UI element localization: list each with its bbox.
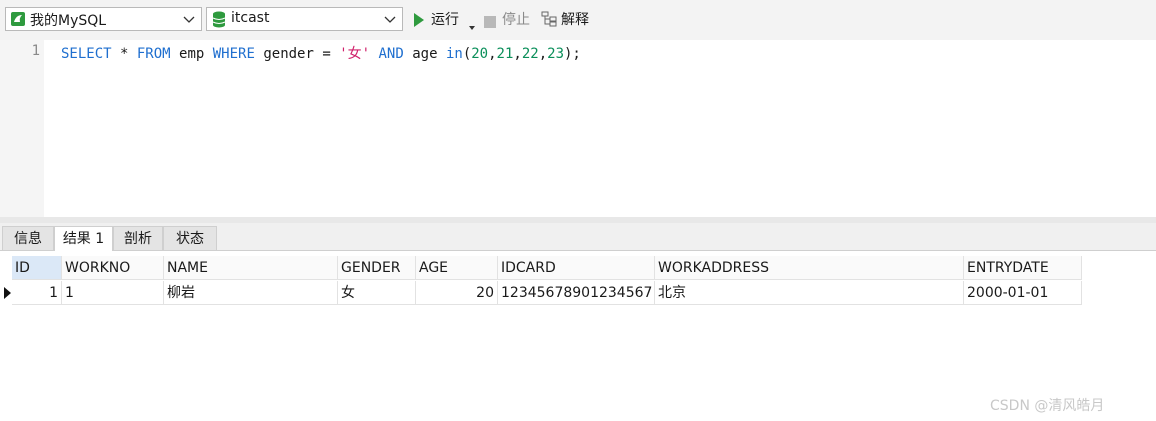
chevron-down-icon[interactable] bbox=[384, 10, 396, 28]
column-header-idcard[interactable]: IDCARD bbox=[498, 256, 655, 280]
connection-select[interactable]: 我的MySQL bbox=[5, 7, 202, 31]
sql-code-line[interactable]: SELECT * FROM emp WHERE gender = '女' AND… bbox=[61, 43, 581, 63]
chevron-down-icon[interactable] bbox=[183, 10, 195, 28]
cell-gender[interactable]: 女 bbox=[338, 281, 416, 305]
column-header-gender[interactable]: GENDER bbox=[338, 256, 416, 280]
cell-id[interactable]: 1 bbox=[12, 281, 62, 305]
tab-profile[interactable]: 剖析 bbox=[113, 226, 163, 250]
watermark: CSDN @清风皓月 bbox=[990, 398, 1105, 414]
stop-button[interactable]: 停止 bbox=[484, 10, 536, 30]
run-label: 运行 bbox=[431, 12, 459, 28]
cell-workno[interactable]: 1 bbox=[62, 281, 164, 305]
column-header-age[interactable]: AGE bbox=[416, 256, 498, 280]
play-icon bbox=[413, 13, 425, 33]
tab-result-1[interactable]: 结果 1 bbox=[54, 226, 113, 251]
column-header-workaddress[interactable]: WORKADDRESS bbox=[655, 256, 964, 280]
database-label: itcast bbox=[231, 10, 270, 26]
database-icon bbox=[212, 11, 226, 28]
connection-label: 我的MySQL bbox=[30, 13, 107, 29]
current-row-indicator-icon bbox=[4, 287, 11, 299]
stop-label: 停止 bbox=[502, 12, 530, 28]
column-header-workno[interactable]: WORKNO bbox=[62, 256, 164, 280]
cell-workaddress[interactable]: 北京 bbox=[655, 281, 964, 305]
cell-idcard[interactable]: 12345678901234567 bbox=[498, 281, 655, 305]
line-number: 1 bbox=[31, 43, 40, 59]
column-header-name[interactable]: NAME bbox=[164, 256, 338, 280]
database-select[interactable]: itcast bbox=[206, 7, 403, 31]
cell-name[interactable]: 柳岩 bbox=[164, 281, 338, 305]
explain-icon bbox=[541, 11, 557, 33]
explain-label: 解释 bbox=[561, 12, 589, 28]
explain-button[interactable]: 解释 bbox=[541, 10, 597, 30]
tab-info[interactable]: 信息 bbox=[2, 226, 54, 250]
cell-entrydate[interactable]: 2000-01-01 bbox=[964, 281, 1082, 305]
line-number-gutter: 1 bbox=[0, 40, 44, 217]
run-dropdown-icon[interactable] bbox=[469, 17, 475, 37]
result-tabs: 信息 结果 1 剖析 状态 bbox=[0, 223, 1156, 251]
stop-icon bbox=[484, 14, 496, 34]
sql-editor[interactable]: 1 SELECT * FROM emp WHERE gender = '女' A… bbox=[0, 40, 1156, 217]
run-button[interactable]: 运行 bbox=[413, 10, 477, 30]
column-header-id[interactable]: ID bbox=[12, 256, 62, 280]
tab-status[interactable]: 状态 bbox=[163, 226, 217, 250]
toolbar: 我的MySQL itcast 运行 停止 解释 bbox=[0, 0, 1156, 40]
mysql-connection-icon bbox=[11, 12, 25, 26]
column-header-entrydate[interactable]: ENTRYDATE bbox=[964, 256, 1082, 280]
cell-age[interactable]: 20 bbox=[416, 281, 498, 305]
